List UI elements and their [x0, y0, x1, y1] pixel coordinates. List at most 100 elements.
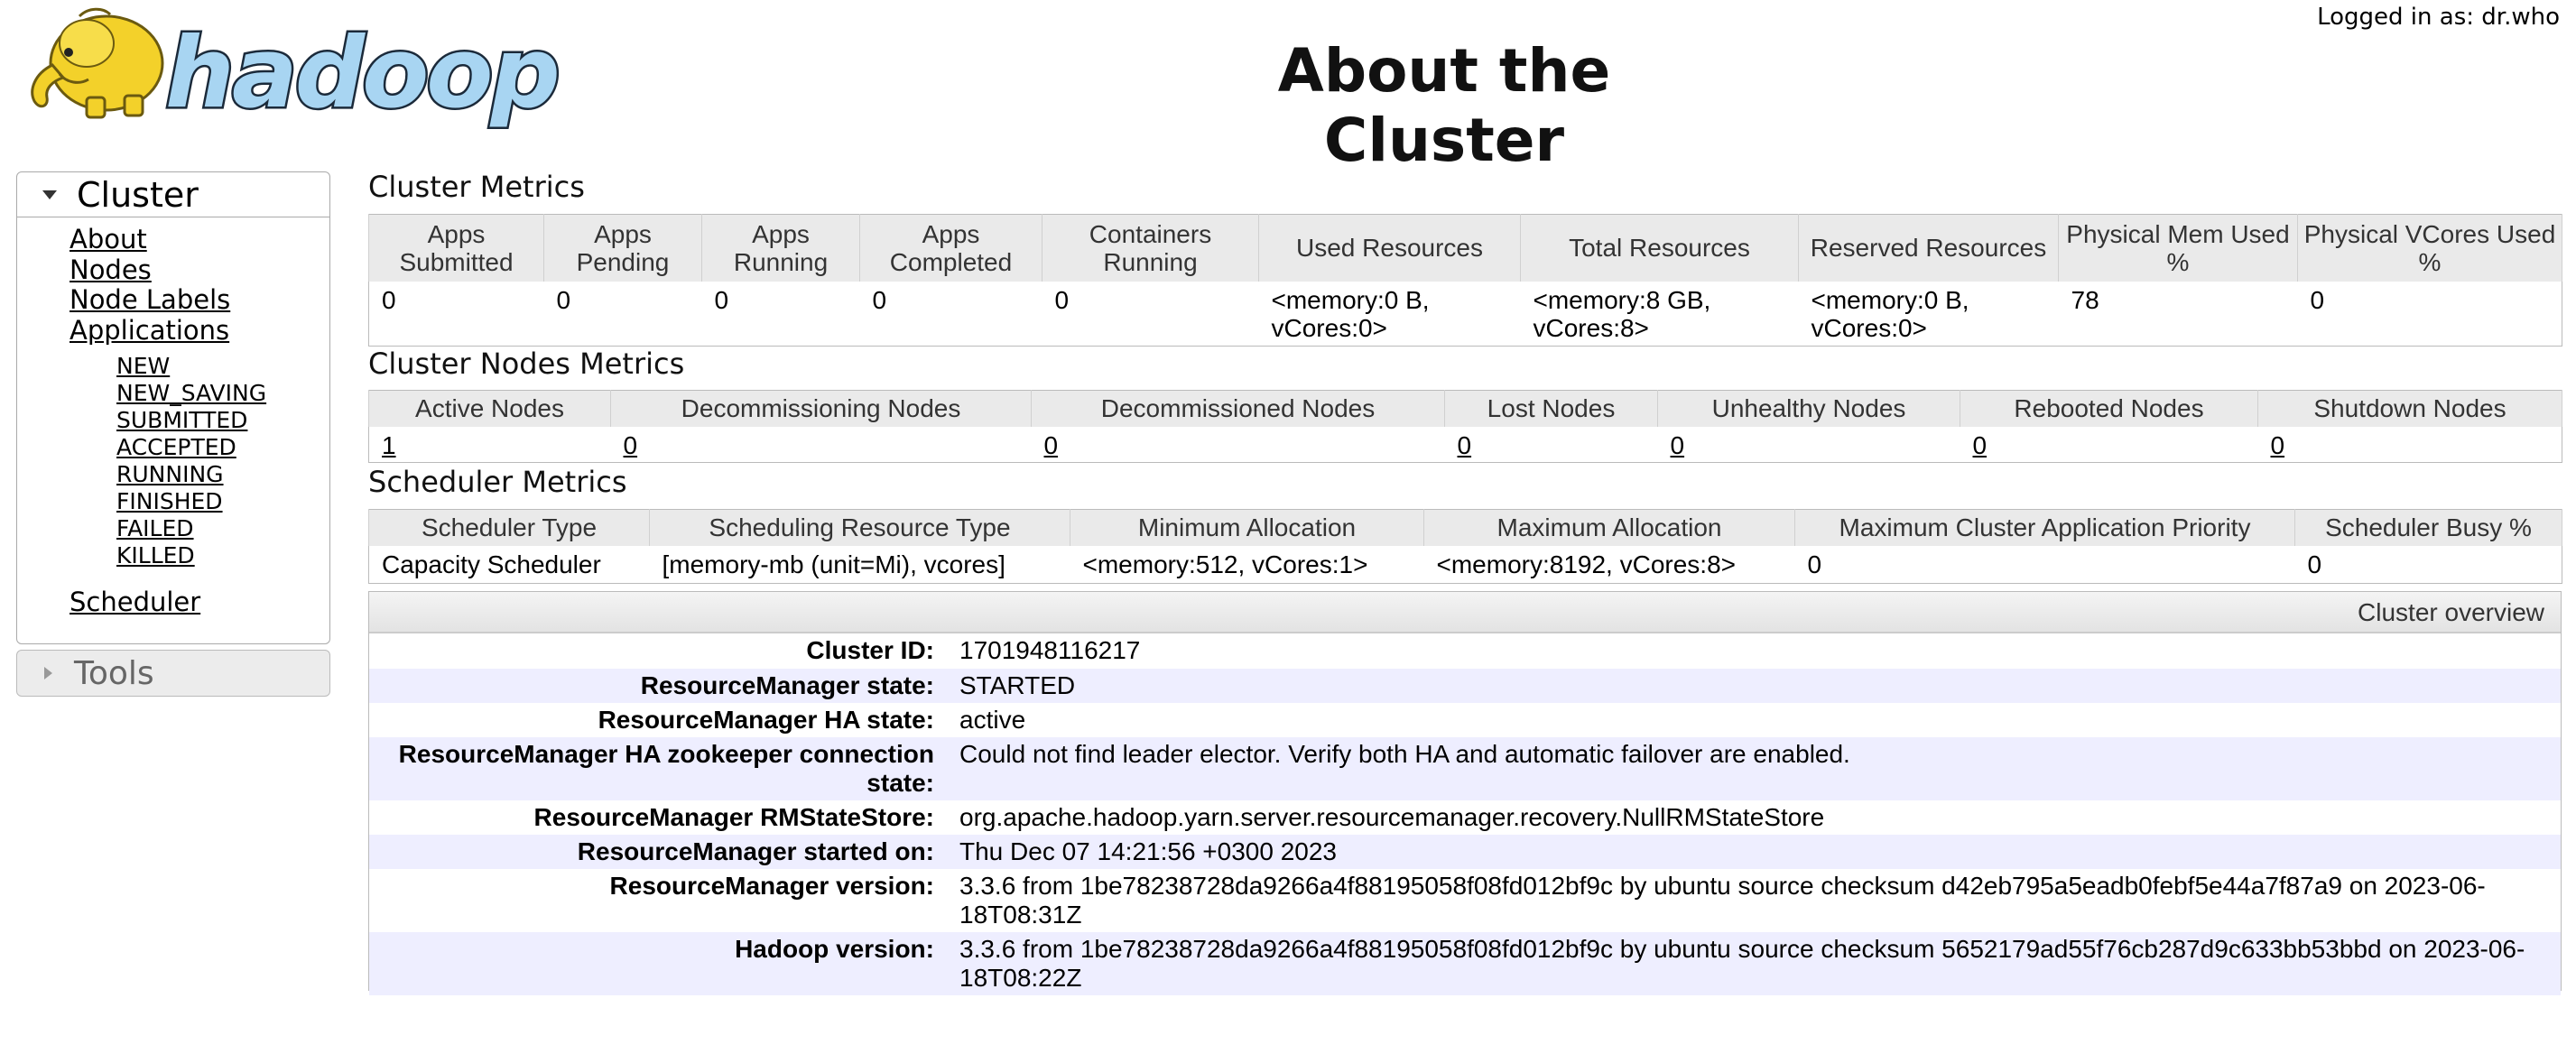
column-header[interactable]: Decommissioning Nodes	[610, 390, 1032, 427]
overview-label: ResourceManager HA state:	[598, 706, 934, 734]
sidebar-link-applications[interactable]: Applications	[69, 315, 329, 347]
active-nodes-link[interactable]: 1	[369, 427, 611, 463]
sidebar-link-finished[interactable]: FINISHED	[69, 488, 329, 515]
table-cell: [memory-mb (unit=Mi), vcores]	[662, 550, 1005, 578]
rebooted-nodes-link[interactable]: 0	[1960, 427, 2258, 463]
sidebar-app-states: NEW NEW_SAVING SUBMITTED ACCEPTED RUNNIN…	[69, 346, 329, 569]
decommissioning-nodes-link[interactable]: 0	[611, 427, 1032, 463]
login-status: Logged in as: dr.who	[2317, 4, 2560, 31]
column-header[interactable]: Apps Completed	[859, 214, 1042, 282]
elephant-icon	[31, 7, 164, 119]
decommissioned-nodes-link[interactable]: 0	[1032, 427, 1445, 463]
overview-value: Thu Dec 07 14:21:56 +0300 2023	[959, 837, 1338, 865]
column-header[interactable]: Apps Running	[701, 214, 860, 282]
column-header[interactable]: Unhealthy Nodes	[1657, 390, 1960, 427]
table-row: 0 0 0 0 0 <memory:0 B, vCores:0> <memory…	[369, 282, 2562, 347]
table-cell: 0	[1054, 285, 1070, 314]
column-header[interactable]: Containers Running	[1042, 214, 1259, 282]
sidebar-link-killed[interactable]: KILLED	[69, 542, 329, 569]
table-cell: 0	[2310, 285, 2325, 314]
overview-label: ResourceManager HA zookeeper connection …	[398, 740, 934, 797]
table-cell: <memory:8 GB, vCores:8>	[1533, 285, 1711, 342]
overview-row: Cluster ID: 1701948116217	[369, 633, 2561, 669]
overview-value: 1701948116217	[959, 636, 1141, 664]
node-metrics-title: Cluster Nodes Metrics	[368, 347, 685, 381]
cluster-metrics-header-row: Apps Submitted Apps Pending Apps Running…	[368, 214, 2562, 282]
column-header[interactable]: Physical VCores Used %	[2297, 214, 2562, 282]
sidebar-cluster-label: Cluster	[77, 174, 199, 215]
overview-row: ResourceManager RMStateStore: org.apache…	[369, 800, 2561, 835]
table-cell: 0	[872, 285, 887, 314]
sidebar-link-failed[interactable]: FAILED	[69, 515, 329, 542]
scheduler-metrics-title: Scheduler Metrics	[368, 465, 627, 499]
overview-value: active	[959, 706, 1026, 734]
column-header[interactable]: Decommissioned Nodes	[1031, 390, 1445, 427]
sidebar-tools-label: Tools	[74, 654, 154, 692]
overview-label: Hadoop version:	[735, 935, 934, 963]
table-cell: <memory:0 B, vCores:0>	[1811, 285, 1969, 342]
column-header[interactable]: Scheduler Busy %	[2294, 509, 2562, 546]
sidebar-link-running[interactable]: RUNNING	[69, 461, 329, 488]
column-header[interactable]: Reserved Resources	[1798, 214, 2059, 282]
table-cell: 0	[2307, 550, 2322, 578]
triangle-right-icon	[44, 667, 52, 679]
column-header[interactable]: Apps Submitted	[368, 214, 544, 282]
column-header[interactable]: Maximum Allocation	[1423, 509, 1795, 546]
node-metrics-header-row: Active Nodes Decommissioning Nodes Decom…	[368, 390, 2562, 427]
sidebar-link-new-saving[interactable]: NEW_SAVING	[69, 380, 329, 407]
column-header[interactable]: Active Nodes	[368, 390, 611, 427]
table-cell: <memory:0 B, vCores:0>	[1271, 285, 1430, 342]
column-header[interactable]: Scheduling Resource Type	[649, 509, 1070, 546]
table-row: 1 0 0 0 0 0 0	[369, 427, 2562, 463]
column-header[interactable]: Lost Nodes	[1444, 390, 1658, 427]
overview-row: ResourceManager started on: Thu Dec 07 1…	[369, 835, 2561, 869]
overview-value: org.apache.hadoop.yarn.server.resourcema…	[959, 803, 1825, 831]
cluster-overview-panel: Cluster overview Cluster ID: 17019481162…	[368, 591, 2562, 995]
sidebar-cluster-header[interactable]: Cluster	[17, 172, 329, 217]
column-header[interactable]: Shutdown Nodes	[2257, 390, 2562, 427]
sidebar-link-scheduler[interactable]: Scheduler	[69, 587, 329, 618]
overview-label: ResourceManager version:	[609, 872, 934, 900]
node-metrics-table: Active Nodes Decommissioning Nodes Decom…	[368, 390, 2562, 463]
overview-row: ResourceManager version: 3.3.6 from 1be7…	[369, 869, 2561, 932]
overview-value: STARTED	[959, 671, 1076, 699]
column-header[interactable]: Used Resources	[1258, 214, 1521, 282]
table-cell: 0	[714, 285, 729, 314]
column-header[interactable]: Scheduler Type	[368, 509, 650, 546]
table-cell: 78	[2071, 285, 2099, 314]
table-cell: 0	[556, 285, 571, 314]
column-header[interactable]: Physical Mem Used %	[2058, 214, 2298, 282]
sidebar-link-accepted[interactable]: ACCEPTED	[69, 434, 329, 461]
column-header[interactable]: Rebooted Nodes	[1960, 390, 2258, 427]
hadoop-logo: hadoop	[31, 7, 562, 133]
lost-nodes-link[interactable]: 0	[1445, 427, 1658, 463]
table-cell: <memory:8192, vCores:8>	[1436, 550, 1737, 578]
column-header[interactable]: Total Resources	[1520, 214, 1799, 282]
sidebar-link-submitted[interactable]: SUBMITTED	[69, 407, 329, 434]
sidebar-link-new[interactable]: NEW	[69, 353, 329, 380]
column-header[interactable]: Minimum Allocation	[1070, 509, 1424, 546]
overview-row: ResourceManager state: STARTED	[369, 669, 2561, 703]
overview-value: 3.3.6 from 1be78238728da9266a4f88195058f…	[959, 935, 2525, 992]
page-title: About the Cluster	[1277, 36, 1611, 175]
table-cell: Capacity Scheduler	[382, 550, 601, 578]
sidebar-link-about[interactable]: About	[69, 224, 329, 255]
overview-value: Could not find leader elector. Verify bo…	[959, 740, 1850, 768]
sidebar-cluster-panel: Cluster About Nodes Node Labels Applicat…	[16, 171, 330, 644]
sidebar-link-nodes[interactable]: Nodes	[69, 254, 329, 286]
shutdown-nodes-link[interactable]: 0	[2258, 427, 2562, 463]
overview-label: ResourceManager RMStateStore:	[533, 803, 934, 831]
column-header[interactable]: Apps Pending	[543, 214, 702, 282]
logo-text: hadoop	[165, 17, 558, 130]
cluster-metrics-table: Apps Submitted Apps Pending Apps Running…	[368, 214, 2562, 347]
table-cell: 0	[1807, 550, 1822, 578]
table-cell: 0	[382, 285, 396, 314]
cluster-metrics-title: Cluster Metrics	[368, 170, 585, 204]
scheduler-metrics-header-row: Scheduler Type Scheduling Resource Type …	[368, 509, 2562, 546]
overview-label: ResourceManager started on:	[577, 837, 934, 865]
sidebar-tools-header[interactable]: Tools	[16, 650, 330, 697]
unhealthy-nodes-link[interactable]: 0	[1658, 427, 1960, 463]
column-header[interactable]: Maximum Cluster Application Priority	[1794, 509, 2295, 546]
sidebar-link-node-labels[interactable]: Node Labels	[69, 284, 329, 316]
cluster-overview-header: Cluster overview	[369, 592, 2561, 633]
